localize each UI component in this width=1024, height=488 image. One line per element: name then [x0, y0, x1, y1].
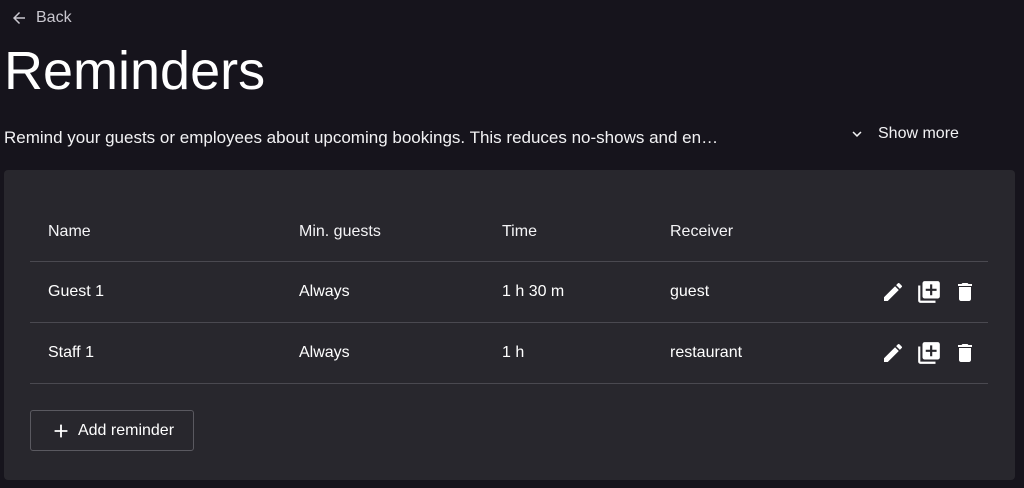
table-row: Staff 1 Always 1 h restaurant	[30, 323, 988, 384]
cell-min-guests: Always	[299, 283, 350, 300]
back-label: Back	[36, 9, 72, 26]
delete-icon[interactable]	[952, 340, 978, 366]
cell-name: Staff 1	[48, 344, 94, 361]
show-more-button[interactable]: Show more	[848, 123, 959, 145]
show-more-label: Show more	[878, 125, 959, 142]
plus-icon	[50, 420, 72, 442]
column-header-receiver: Receiver	[670, 222, 734, 240]
column-header-min-guests: Min. guests	[299, 222, 381, 240]
edit-icon[interactable]	[880, 279, 906, 305]
page-title: Reminders	[4, 41, 266, 101]
table-row: Guest 1 Always 1 h 30 m guest	[30, 262, 988, 323]
row-actions	[880, 323, 978, 383]
cell-time: 1 h 30 m	[502, 283, 565, 300]
reminders-card: Name Min. guests Time Receiver Guest 1 A…	[4, 170, 1015, 480]
arrow-left-icon	[10, 9, 28, 27]
chevron-down-icon	[848, 125, 866, 143]
delete-icon[interactable]	[952, 279, 978, 305]
column-header-name: Name	[48, 222, 91, 240]
duplicate-icon[interactable]	[916, 279, 942, 305]
row-actions	[880, 262, 978, 322]
table-header-row: Name Min. guests Time Receiver	[30, 202, 988, 262]
duplicate-icon[interactable]	[916, 340, 942, 366]
column-header-time: Time	[502, 222, 537, 240]
edit-icon[interactable]	[880, 340, 906, 366]
add-reminder-label: Add reminder	[77, 421, 175, 439]
cell-min-guests: Always	[299, 344, 350, 361]
reminders-table: Name Min. guests Time Receiver Guest 1 A…	[30, 202, 988, 384]
cell-receiver: restaurant	[670, 344, 743, 361]
page-description: Remind your guests or employees about up…	[4, 128, 719, 147]
back-link[interactable]: Back	[10, 7, 72, 29]
cell-name: Guest 1	[48, 283, 105, 300]
reminders-page: Back Reminders Remind your guests or emp…	[0, 0, 1024, 488]
add-reminder-button[interactable]: Add reminder	[30, 410, 194, 451]
cell-time: 1 h	[502, 344, 525, 361]
cell-receiver: guest	[670, 283, 710, 300]
